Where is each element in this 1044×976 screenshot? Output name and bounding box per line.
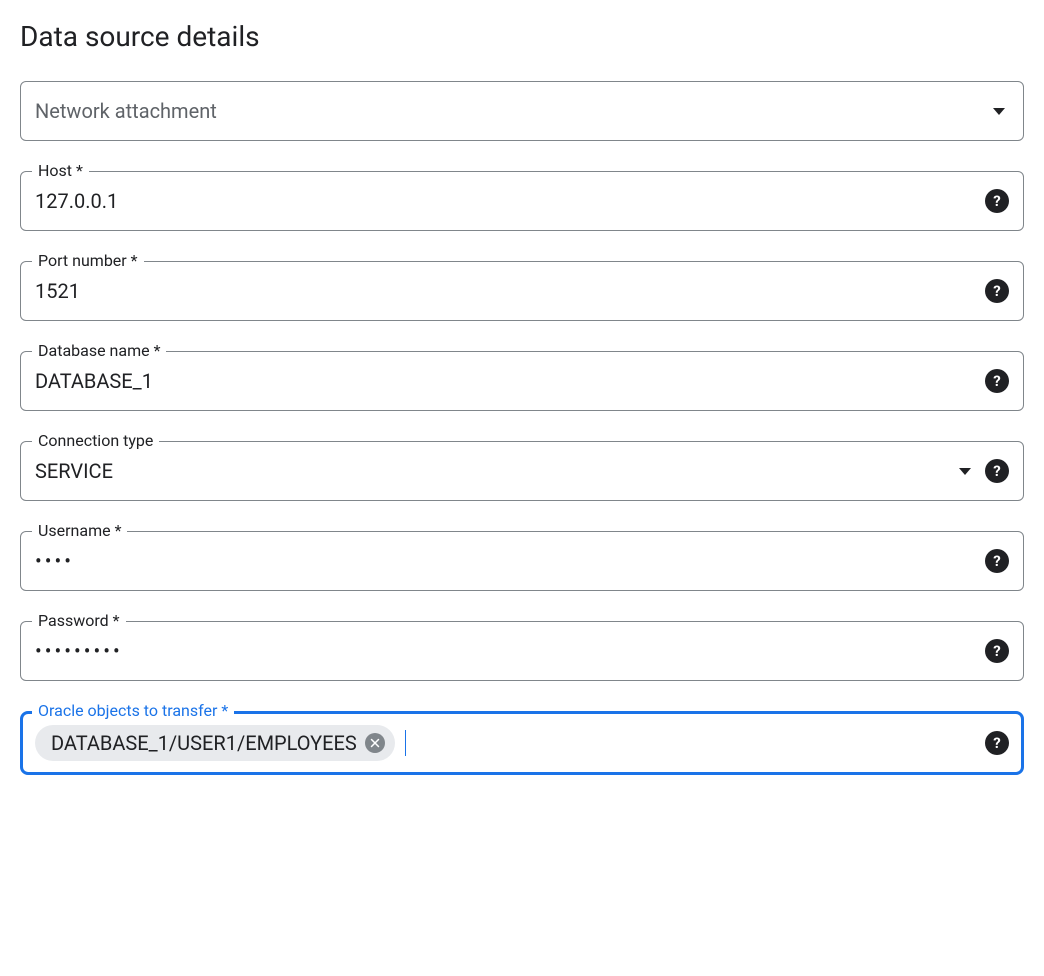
connection-type-value: SERVICE [35, 459, 959, 483]
port-input[interactable] [35, 262, 985, 320]
network-attachment-placeholder: Network attachment [35, 99, 993, 123]
chip-container: DATABASE_1/USER1/EMPLOYEES [35, 725, 985, 761]
help-icon[interactable]: ? [985, 731, 1009, 755]
database-field: Database name * ? [20, 351, 1024, 411]
help-icon[interactable]: ? [985, 549, 1009, 573]
username-label: Username * [32, 521, 127, 540]
host-field: Host * ? [20, 171, 1024, 231]
port-label: Port number * [32, 251, 144, 270]
text-cursor [405, 730, 407, 756]
password-input[interactable]: ••••••••• [35, 639, 985, 663]
password-field: Password * ••••••••• ? [20, 621, 1024, 681]
page-title: Data source details [20, 20, 1024, 53]
port-input-outline: ? [20, 261, 1024, 321]
help-icon[interactable]: ? [985, 189, 1009, 213]
close-icon[interactable] [365, 733, 385, 753]
username-input-outline: •••• ? [20, 531, 1024, 591]
password-input-outline: ••••••••• ? [20, 621, 1024, 681]
database-input-outline: ? [20, 351, 1024, 411]
network-attachment-select[interactable]: Network attachment [20, 81, 1024, 141]
oracle-objects-label: Oracle objects to transfer * [32, 701, 234, 720]
help-icon[interactable]: ? [985, 459, 1009, 483]
help-icon[interactable]: ? [985, 639, 1009, 663]
password-label: Password * [32, 611, 126, 630]
username-input[interactable]: •••• [35, 549, 985, 573]
database-input[interactable] [35, 352, 985, 410]
help-icon[interactable]: ? [985, 279, 1009, 303]
username-field: Username * •••• ? [20, 531, 1024, 591]
help-icon[interactable]: ? [985, 369, 1009, 393]
object-chip: DATABASE_1/USER1/EMPLOYEES [35, 725, 395, 761]
host-label: Host * [32, 161, 89, 180]
connection-type-select[interactable]: SERVICE ? [20, 441, 1024, 501]
port-field: Port number * ? [20, 261, 1024, 321]
form-container: Network attachment Host * ? Port number … [20, 81, 1024, 775]
connection-type-field: Connection type SERVICE ? [20, 441, 1024, 501]
host-input-outline: ? [20, 171, 1024, 231]
connection-type-label: Connection type [32, 431, 159, 450]
chip-label: DATABASE_1/USER1/EMPLOYEES [51, 731, 357, 755]
host-input[interactable] [35, 172, 985, 230]
chevron-down-icon [993, 108, 1005, 115]
oracle-objects-field: Oracle objects to transfer * DATABASE_1/… [20, 711, 1024, 775]
oracle-objects-input[interactable]: DATABASE_1/USER1/EMPLOYEES ? [20, 711, 1024, 775]
network-attachment-field: Network attachment [20, 81, 1024, 141]
chevron-down-icon [959, 468, 971, 475]
database-label: Database name * [32, 341, 166, 360]
